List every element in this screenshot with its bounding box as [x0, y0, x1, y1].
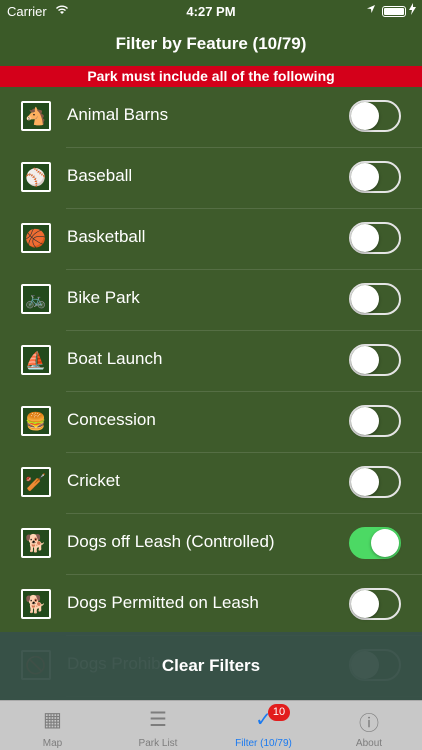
basketball-icon-glyph: 🏀: [23, 225, 49, 251]
page-title: Filter by Feature (10/79): [115, 34, 307, 53]
feature-row: 🐴 Animal Barns: [0, 87, 422, 148]
feature-toggle[interactable]: [349, 588, 401, 620]
feature-row: ⚾ Baseball: [0, 148, 422, 209]
feature-label: Bike Park: [67, 288, 140, 307]
feature-row: 🍔 Concession: [0, 392, 422, 453]
feature-row: 🚲 Bike Park: [0, 270, 422, 331]
barn-icon: 🐴: [21, 101, 51, 131]
feature-label: Basketball: [67, 227, 146, 246]
feature-toggle[interactable]: [349, 283, 401, 315]
sailboat-icon-glyph: ⛵: [23, 347, 49, 373]
tab-label: About: [355, 738, 383, 749]
tab-label: Map: [42, 738, 63, 749]
toggle-knob: [351, 407, 379, 435]
toggle-knob: [351, 346, 379, 374]
dog-leash-icon-glyph: 🐕: [23, 591, 49, 617]
bike-icon-glyph: 🚲: [23, 286, 49, 312]
toggle-knob: [371, 529, 399, 557]
battery-icon: [382, 6, 406, 17]
concession-icon-glyph: 🍔: [23, 408, 49, 434]
clear-filters-button[interactable]: Clear Filters: [0, 632, 422, 700]
filter-banner: Park must include all of the following: [0, 66, 422, 87]
feature-row: 🐕 Dogs Permitted on Leash: [0, 575, 422, 636]
feature-label: Dogs Permitted on Leash: [67, 593, 259, 612]
toggle-knob: [351, 163, 379, 191]
sailboat-icon: ⛵: [21, 345, 51, 375]
feature-toggle[interactable]: [349, 161, 401, 193]
feature-label: Animal Barns: [67, 105, 169, 124]
tab-badge: 10: [268, 704, 290, 721]
baseball-icon: ⚾: [21, 162, 51, 192]
toggle-knob: [351, 590, 379, 618]
feature-row: 🏏 Cricket: [0, 453, 422, 514]
barn-icon-glyph: 🐴: [23, 103, 49, 129]
feature-toggle[interactable]: [349, 527, 401, 559]
tab-park[interactable]: ☰ Park List: [106, 701, 211, 750]
bike-icon: 🚲: [21, 284, 51, 314]
checkbox-icon: ✓: [255, 709, 272, 731]
dog-leash-icon: 🐕: [21, 589, 51, 619]
feature-label: Concession: [67, 410, 156, 429]
feature-list: 🐴 Animal Barns ⚾ Baseball 🏀 Basketball 🚲 Bike P…: [0, 87, 422, 700]
toggle-knob: [351, 468, 379, 496]
feature-row: ⛵ Boat Launch: [0, 331, 422, 392]
feature-label: Boat Launch: [67, 349, 163, 368]
dog-icon-glyph: 🐕: [23, 530, 49, 556]
feature-label: Baseball: [67, 166, 133, 185]
basketball-icon: 🏀: [21, 223, 51, 253]
toggle-knob: [351, 285, 379, 313]
feature-label: Cricket: [67, 471, 120, 490]
charging-bolt-icon: [409, 3, 416, 18]
toggle-knob: [351, 102, 379, 130]
cricket-icon-glyph: 🏏: [23, 469, 49, 495]
tab-label: Filter (10/79): [235, 738, 292, 749]
feature-toggle[interactable]: [349, 222, 401, 254]
info-icon: ⓘ: [359, 713, 379, 735]
cricket-icon: 🏏: [21, 467, 51, 497]
feature-toggle[interactable]: [349, 405, 401, 437]
tab-bar: ▦ Map ☰ Park List ✓ 10 Filter (10/79) ⓘ About: [0, 700, 422, 750]
clock: 4:27 PM: [186, 4, 236, 19]
tab-label: Park List: [138, 738, 178, 749]
status-bar: Carrier 4:27 PM: [0, 0, 422, 24]
list-icon: ☰: [149, 709, 167, 731]
baseball-icon-glyph: ⚾: [23, 164, 49, 190]
feature-toggle[interactable]: [349, 466, 401, 498]
tab-map[interactable]: ▦ Map: [0, 701, 105, 750]
toggle-knob: [351, 224, 379, 252]
tab-filter[interactable]: ✓ 10 Filter (10/79): [211, 701, 316, 750]
map-icon: ▦: [43, 709, 62, 731]
tab-about[interactable]: ⓘ About: [317, 701, 422, 750]
feature-toggle[interactable]: [349, 100, 401, 132]
feature-label: Dogs off Leash (Controlled): [67, 532, 275, 551]
feature-toggle[interactable]: [349, 344, 401, 376]
location-arrow-icon: [366, 3, 376, 17]
concession-icon: 🍔: [21, 406, 51, 436]
dog-icon: 🐕: [21, 528, 51, 558]
feature-row: 🏀 Basketball: [0, 209, 422, 270]
header: Carrier 4:27 PM Filter by Feature (10/79…: [0, 0, 422, 66]
feature-row: 🐕 Dogs off Leash (Controlled): [0, 514, 422, 575]
